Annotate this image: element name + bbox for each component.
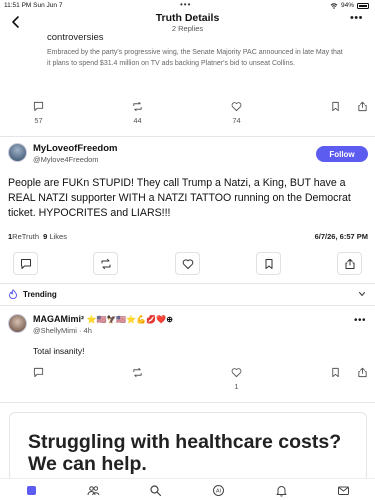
reply-author-handle: @ShellyMimi · 4h <box>33 326 92 335</box>
comment-icon <box>20 258 31 269</box>
heart-icon <box>182 258 193 269</box>
wifi-icon <box>330 2 338 9</box>
ad-headline: Struggling with healthcare costs? We can… <box>28 431 342 475</box>
divider <box>0 402 375 403</box>
reply-count-value: 57 <box>34 116 43 125</box>
reply-author-name[interactable]: MAGAMimi² ⭐🇺🇸🦅🇺🇸⭐💪💋❤️⊕ <box>33 314 173 324</box>
trending-section-header[interactable]: Trending <box>8 289 368 301</box>
retruth-button[interactable] <box>93 252 118 275</box>
reply-like-count: 1 <box>234 382 239 391</box>
bell-icon <box>276 486 287 497</box>
tab-home[interactable] <box>25 484 38 497</box>
tab-messages[interactable] <box>337 484 350 497</box>
status-bar: 11:51 PM Sun Jun 7 ••• 94% <box>0 0 375 10</box>
reply-retruth-stat[interactable] <box>132 367 143 378</box>
divider <box>0 305 375 306</box>
people-icon <box>87 486 100 496</box>
multitask-dots[interactable]: ••• <box>180 0 191 9</box>
share-icon <box>358 101 367 112</box>
author-emojis: ⭐🇺🇸🦅🇺🇸⭐💪💋❤️⊕ <box>86 315 173 324</box>
battery-icon <box>357 2 369 9</box>
comment-icon <box>33 101 44 112</box>
share-icon <box>358 367 367 378</box>
post-timestamp: 6/7/26, 6:57 PM <box>314 232 368 241</box>
post-author: MyLoveofFreedom @Mylove4Freedom Follow <box>8 143 368 167</box>
reply-button[interactable] <box>13 252 38 275</box>
avatar[interactable] <box>8 143 27 162</box>
tab-notifications[interactable] <box>275 484 288 497</box>
tab-search[interactable] <box>149 484 162 497</box>
quoted-post-body: Embraced by the party's progressive wing… <box>47 49 343 67</box>
author-handle[interactable]: @Mylove4Freedom <box>33 155 99 164</box>
flame-icon <box>9 289 17 299</box>
retruth-stat[interactable]: 44 <box>132 101 143 125</box>
bookmark-icon <box>265 258 272 269</box>
like-stat[interactable]: 74 <box>231 101 242 125</box>
quoted-post[interactable]: controversies Embraced by the party's pr… <box>47 32 347 69</box>
reply-text: Total insanity! <box>33 346 85 356</box>
comment-icon <box>33 367 44 378</box>
advertisement-card[interactable]: Struggling with healthcare costs? We can… <box>9 412 367 482</box>
reply-bookmark-stat[interactable] <box>330 367 341 378</box>
follow-button[interactable]: Follow <box>316 146 368 162</box>
battery-percent: 94% <box>340 2 354 9</box>
ai-icon: AI <box>213 485 224 496</box>
reply-stats: 1 <box>0 367 375 393</box>
post-text: People are FUKn STUPID! They call Trump … <box>8 177 351 219</box>
reply-comment-stat[interactable] <box>33 367 44 378</box>
tab-people[interactable] <box>87 484 100 497</box>
like-button[interactable] <box>175 252 200 275</box>
more-options-icon[interactable]: ••• <box>354 315 366 326</box>
retruth-icon <box>101 258 110 269</box>
bookmark-button[interactable] <box>256 252 281 275</box>
tab-ai[interactable]: AI <box>212 484 225 497</box>
post-meta: 1ReTruth 9 Likes 6/7/26, 6:57 PM <box>8 232 368 244</box>
bookmark-stat[interactable] <box>330 101 341 112</box>
divider <box>0 136 375 137</box>
like-count-value: 74 <box>232 116 241 125</box>
mail-icon <box>338 486 349 495</box>
more-options-icon[interactable]: ••• <box>350 12 363 24</box>
svg-text:AI: AI <box>216 489 222 495</box>
engagement-summary[interactable]: 1ReTruth 9 Likes <box>8 232 67 241</box>
heart-icon <box>231 368 242 378</box>
page-title: Truth Details <box>155 12 220 24</box>
reply-stat[interactable]: 57 <box>33 101 44 125</box>
retruth-count-value: 44 <box>133 116 142 125</box>
retruth-icon <box>133 101 142 112</box>
bookmark-icon <box>332 101 339 112</box>
bookmark-icon <box>332 367 339 378</box>
chevron-down-icon[interactable] <box>358 290 366 298</box>
reply-share-stat[interactable] <box>357 367 368 378</box>
avatar[interactable] <box>8 314 27 333</box>
share-icon <box>345 258 354 269</box>
quoted-post-stats: 57 44 74 <box>0 101 375 127</box>
home-icon <box>27 486 36 495</box>
reply-like-stat[interactable]: 1 <box>231 367 242 391</box>
share-stat[interactable] <box>357 101 368 112</box>
quoted-post-title: controversies <box>47 32 104 43</box>
divider <box>0 283 375 284</box>
retruth-icon <box>133 367 142 378</box>
search-icon <box>150 485 162 497</box>
bottom-tab-bar: AI <box>0 478 375 500</box>
reply-time: 4h <box>83 326 92 335</box>
author-name[interactable]: MyLoveofFreedom <box>33 143 117 154</box>
status-time: 11:51 PM Sun Jun 7 <box>4 2 63 9</box>
trending-label: Trending <box>23 290 57 299</box>
share-button[interactable] <box>337 252 362 275</box>
status-icons: 94% <box>330 2 369 9</box>
heart-icon <box>231 102 242 112</box>
